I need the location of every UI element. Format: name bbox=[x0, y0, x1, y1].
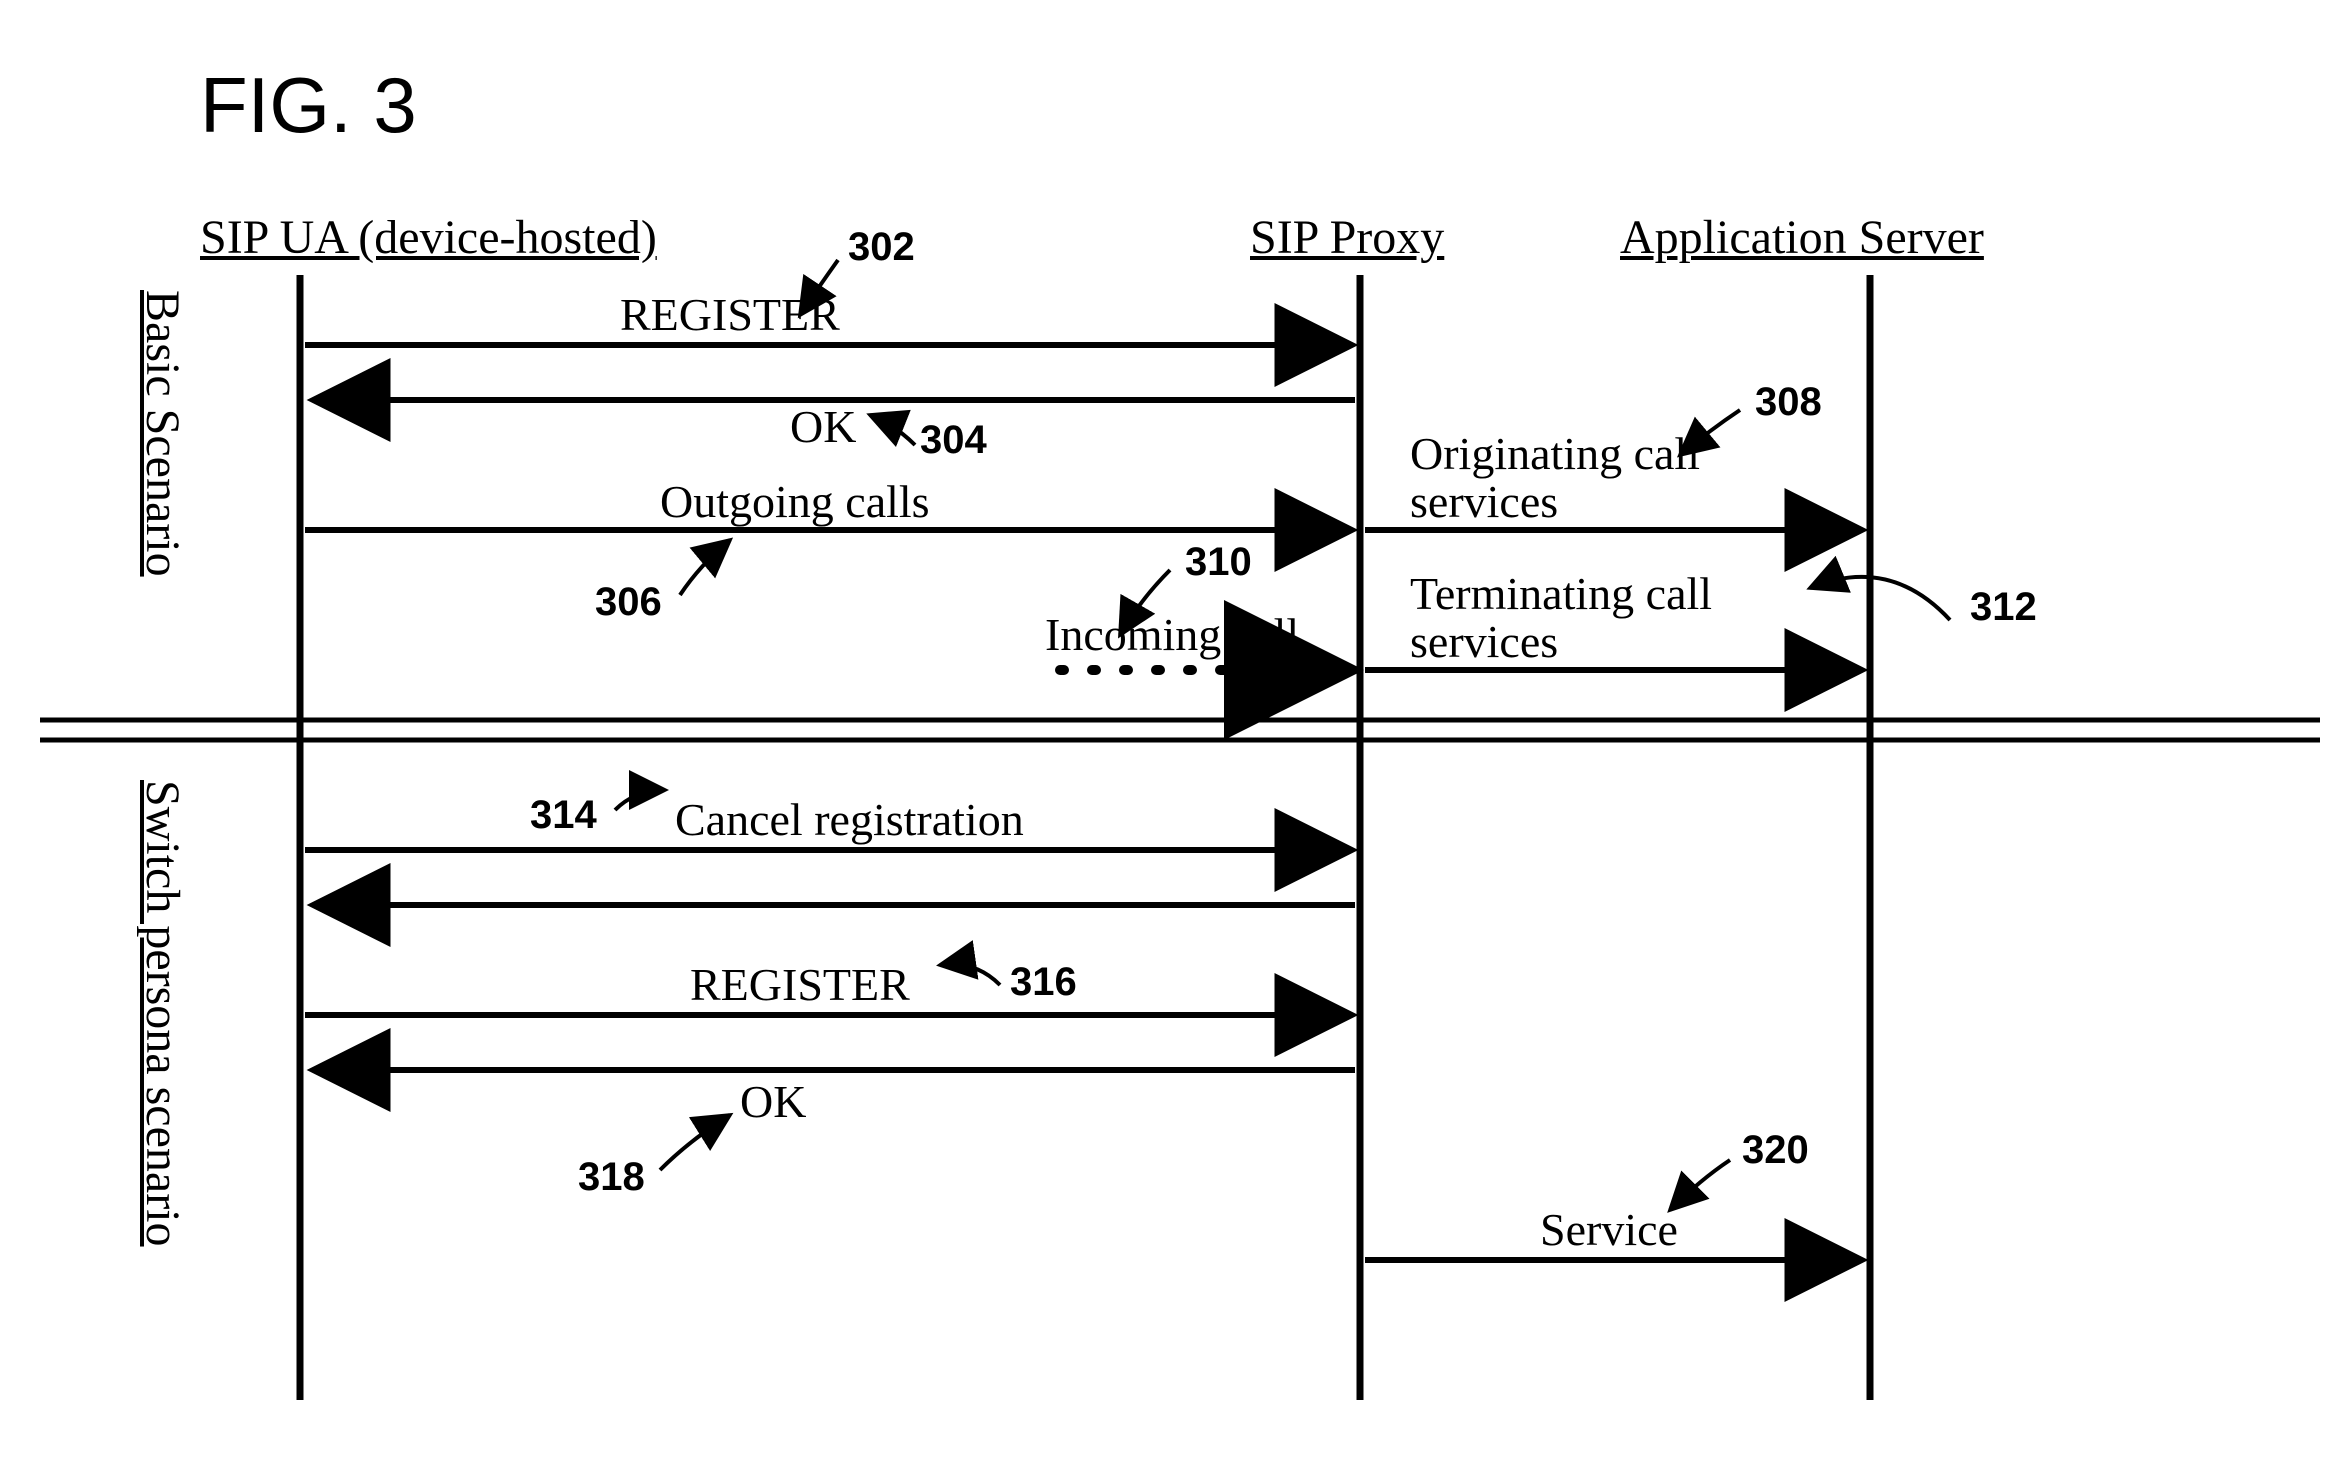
ref-306: 306 bbox=[595, 580, 662, 625]
msg-ok1: OK bbox=[790, 400, 856, 453]
ref-320: 320 bbox=[1742, 1128, 1809, 1173]
msg-cancel: Cancel registration bbox=[675, 793, 1024, 846]
diagram-canvas: FIG. 3 SIP UA (device-hosted) SIP Proxy … bbox=[0, 0, 2343, 1466]
ref-316: 316 bbox=[1010, 960, 1077, 1005]
ref-310: 310 bbox=[1185, 540, 1252, 585]
ref-304: 304 bbox=[920, 418, 987, 463]
msg-register2: REGISTER bbox=[690, 958, 910, 1011]
diagram-svg bbox=[0, 0, 2343, 1466]
ref-302: 302 bbox=[848, 225, 915, 270]
ref-314: 314 bbox=[530, 793, 597, 838]
ref-318: 318 bbox=[578, 1155, 645, 1200]
msg-service: Service bbox=[1540, 1203, 1678, 1256]
msg-outgoing: Outgoing calls bbox=[660, 475, 930, 528]
ref-308: 308 bbox=[1755, 380, 1822, 425]
ref-312: 312 bbox=[1970, 585, 2037, 630]
msg-ok2: OK bbox=[740, 1075, 806, 1128]
msg-register1: REGISTER bbox=[620, 288, 840, 341]
msg-orig: Originating call services bbox=[1410, 430, 1850, 527]
msg-term: Terminating call services bbox=[1410, 570, 1850, 667]
msg-incoming: Incoming call bbox=[1045, 608, 1299, 661]
